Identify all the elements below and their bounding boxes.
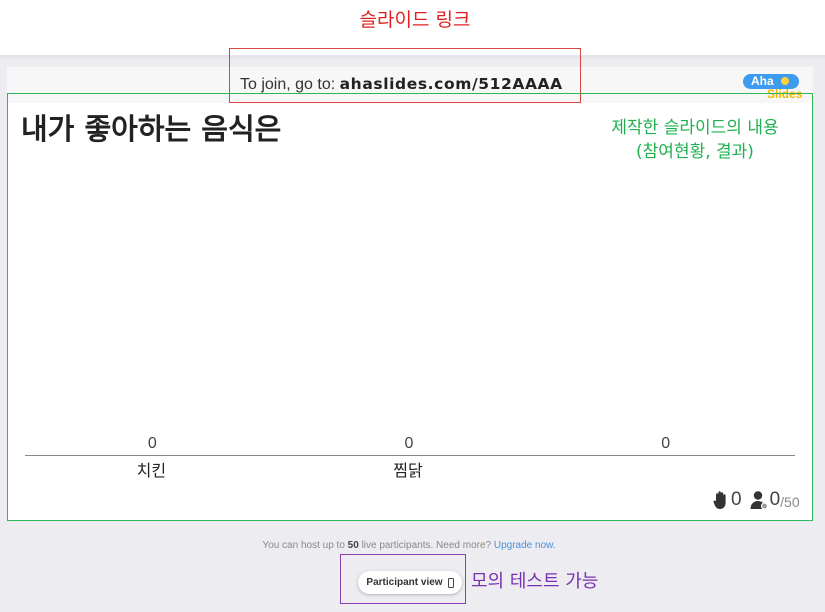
upgrade-link[interactable]: Upgrade now. [494,540,556,551]
participant-view-highlight-box [340,554,466,604]
smile-icon [781,77,789,85]
slide-content-highlight-box [7,93,813,521]
mock-test-annotation: 모의 테스트 가능 [471,571,599,592]
note-middle: live participants. Need more? [358,540,494,551]
note-prefix: You can host up to [262,540,348,551]
slide-link-annotation: 슬라이드 링크 [359,9,471,31]
logo-top-text: Aha [751,74,774,88]
participant-limit-note: You can host up to 50 live participants.… [0,540,818,551]
note-limit: 50 [347,540,359,551]
